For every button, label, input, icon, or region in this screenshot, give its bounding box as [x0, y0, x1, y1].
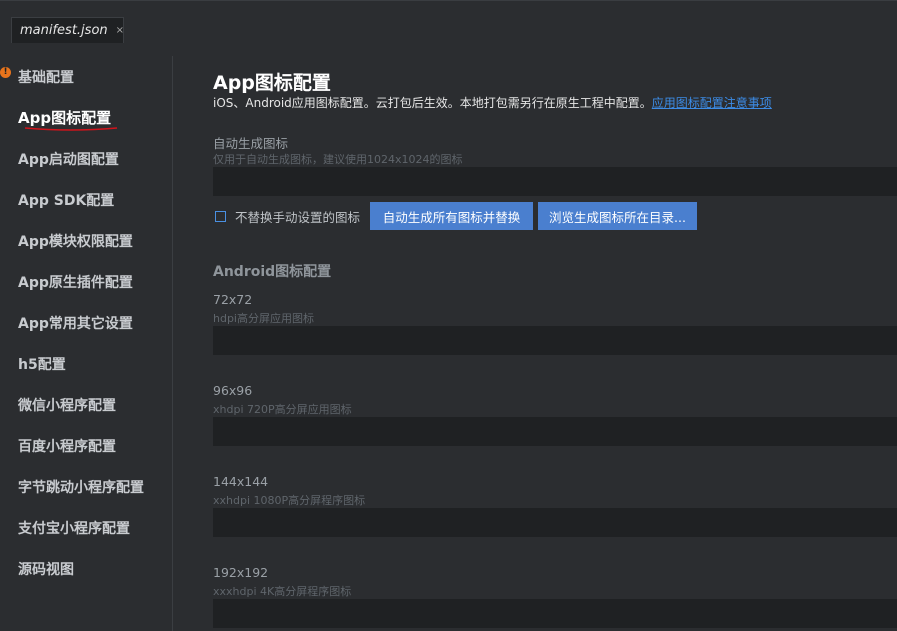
page-description: iOS、Android应用图标配置。云打包后生效。本地打包需另行在原生工程中配置…: [213, 94, 772, 111]
sidebar-item-app-icon[interactable]: App图标配置: [18, 107, 111, 128]
no-replace-label: 不替换手动设置的图标: [235, 210, 361, 225]
page-title: App图标配置: [213, 72, 331, 94]
icon-96-hint: xhdpi 720P高分屏应用图标: [213, 403, 352, 416]
active-underline: [24, 127, 118, 131]
auto-gen-icon-field[interactable]: [213, 167, 897, 196]
icon-96-field[interactable]: [213, 417, 897, 446]
icon-192-hint: xxxhdpi 4K高分屏程序图标: [213, 585, 352, 598]
description-text: iOS、Android应用图标配置。云打包后生效。本地打包需另行在原生工程中配置…: [213, 96, 652, 110]
sidebar-item-h5[interactable]: h5配置: [18, 354, 66, 374]
warning-icon: !: [0, 67, 11, 78]
sidebar-item-app-other[interactable]: App常用其它设置: [18, 313, 133, 333]
android-section-title: Android图标配置: [213, 264, 332, 280]
browse-icons-folder-button[interactable]: 浏览生成图标所在目录...: [538, 202, 697, 230]
icon-72-hint: hdpi高分屏应用图标: [213, 312, 314, 325]
icon-72-field[interactable]: [213, 326, 897, 355]
doc-link[interactable]: 应用图标配置注意事项: [652, 96, 772, 110]
generate-icons-button[interactable]: 自动生成所有图标并替换: [370, 202, 533, 230]
icon-144-field[interactable]: [213, 508, 897, 537]
icon-192-label: 192x192: [213, 565, 269, 580]
auto-gen-hint: 仅用于自动生成图标，建议使用1024x1024的图标: [213, 153, 463, 166]
sidebar-item-toutiao[interactable]: 字节跳动小程序配置: [18, 477, 144, 497]
sidebar-item-baidu[interactable]: 百度小程序配置: [18, 436, 116, 456]
sidebar-item-basic[interactable]: 基础配置: [18, 67, 74, 87]
auto-gen-label: 自动生成图标: [213, 136, 289, 151]
sidebar-item-app-splash[interactable]: App启动图配置: [18, 149, 119, 169]
close-icon[interactable]: ×: [116, 25, 124, 36]
sidebar-item-app-sdk[interactable]: App SDK配置: [18, 190, 114, 210]
tab-manifest-json[interactable]: manifest.json ×: [11, 17, 124, 43]
tab-title: manifest.json: [20, 23, 108, 38]
sidebar-item-app-modules[interactable]: App模块权限配置: [18, 231, 133, 251]
no-replace-checkbox[interactable]: [215, 211, 226, 222]
settings-panel: App图标配置 iOS、Android应用图标配置。云打包后生效。本地打包需另行…: [173, 56, 897, 631]
sidebar-item-app-plugins[interactable]: App原生插件配置: [18, 272, 133, 292]
icon-96-label: 96x96: [213, 383, 253, 398]
icon-192-field[interactable]: [213, 599, 897, 628]
sidebar-item-weixin[interactable]: 微信小程序配置: [18, 395, 116, 415]
sidebar-item-alipay[interactable]: 支付宝小程序配置: [18, 518, 130, 538]
icon-72-label: 72x72: [213, 292, 253, 307]
icon-144-hint: xxhdpi 1080P高分屏程序图标: [213, 494, 366, 507]
icon-144-label: 144x144: [213, 474, 269, 489]
sidebar: ! 基础配置 App图标配置 App启动图配置 App SDK配置 App模块权…: [0, 56, 173, 631]
editor-tab-bar: manifest.json ×: [0, 0, 897, 55]
no-replace-option[interactable]: 不替换手动设置的图标: [215, 207, 360, 226]
sidebar-item-source-view[interactable]: 源码视图: [18, 559, 74, 579]
